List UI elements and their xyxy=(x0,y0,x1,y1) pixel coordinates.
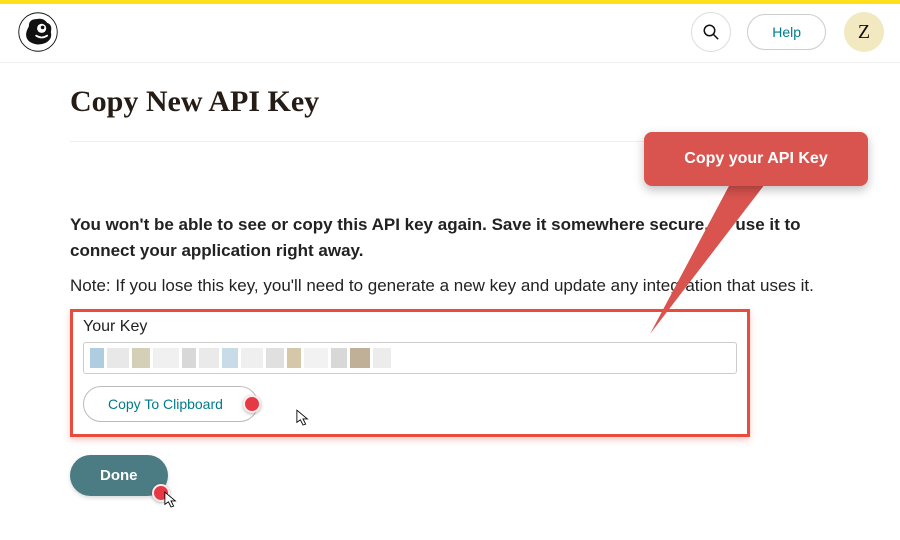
main-content: Copy New API Key You won't be able to se… xyxy=(0,63,900,496)
api-key-field[interactable] xyxy=(83,342,737,374)
callout-bubble: Copy your API Key xyxy=(644,132,868,186)
redacted-key-value xyxy=(90,343,730,373)
done-button[interactable]: Done xyxy=(70,455,168,496)
cursor-icon xyxy=(164,491,178,509)
cursor-icon xyxy=(296,409,310,427)
warning-text: You won't be able to see or copy this AP… xyxy=(70,212,830,265)
key-field-label: Your Key xyxy=(83,318,737,336)
done-button-label: Done xyxy=(100,467,138,484)
key-highlight-box: Your Key Copy To Clipboard xyxy=(70,309,750,437)
copy-to-clipboard-button[interactable]: Copy To Clipboard xyxy=(83,386,258,422)
note-text: Note: If you lose this key, you'll need … xyxy=(70,273,830,299)
copy-button-label: Copy To Clipboard xyxy=(108,396,223,412)
annotation-marker xyxy=(243,395,261,413)
avatar[interactable]: Z xyxy=(844,12,884,52)
app-header: Help Z xyxy=(0,4,900,63)
search-button[interactable] xyxy=(691,12,731,52)
search-icon xyxy=(702,23,720,41)
mailchimp-logo[interactable] xyxy=(16,10,60,54)
callout-text: Copy your API Key xyxy=(684,150,827,167)
help-button[interactable]: Help xyxy=(747,14,826,50)
